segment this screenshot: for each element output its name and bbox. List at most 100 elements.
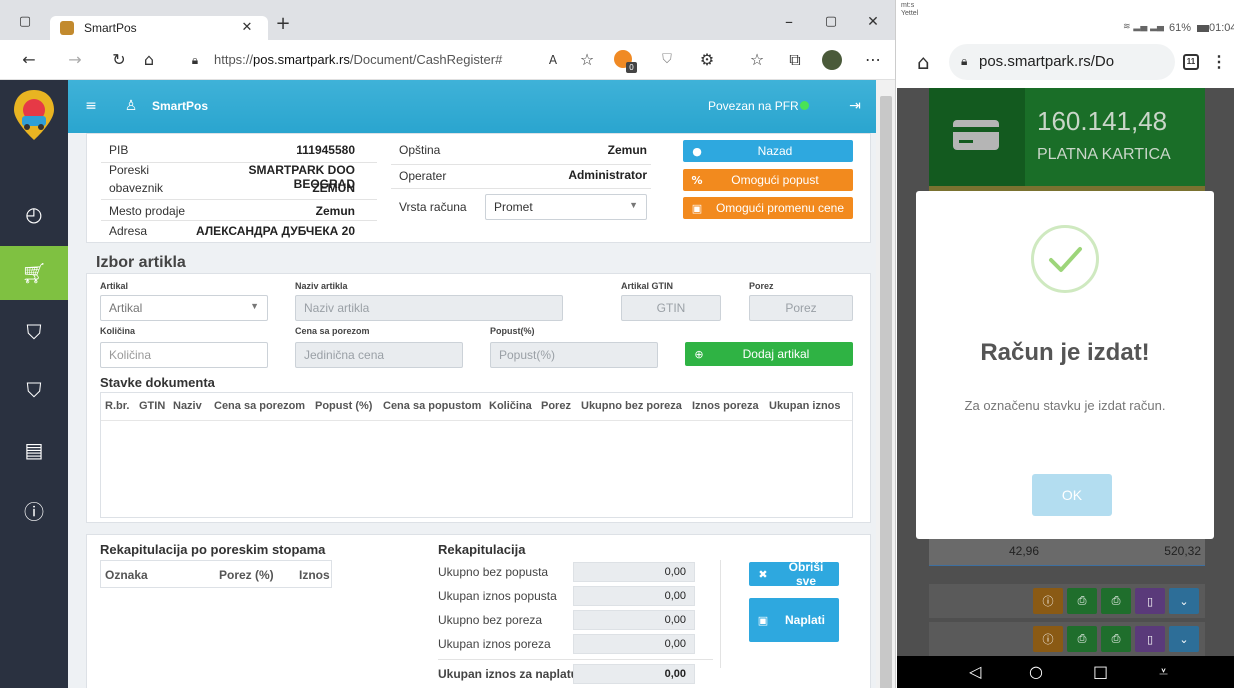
favorite-add-icon[interactable]: ☆: [576, 50, 598, 70]
kolicina-input[interactable]: Količina: [100, 342, 268, 368]
naplati-button[interactable]: ▣ Naplati: [749, 598, 839, 642]
chevron-down-icon[interactable]: ⌄: [1169, 588, 1199, 614]
phone-url-field[interactable]: 🔒︎ pos.smartpark.rs/Do: [949, 44, 1175, 80]
document-icon[interactable]: ▯: [1135, 626, 1165, 652]
izbor-artikla-card: Artikal Artikal ▼ Naziv artikla Naziv ar…: [86, 273, 871, 523]
url-text: https://pos.smartpark.rs/Document/CashRe…: [214, 52, 503, 67]
ukupno-bez-poreza-label: Ukupno bez poreza: [438, 613, 543, 627]
modal-text: Za označenu stavku je izdat račun.: [964, 398, 1166, 413]
divider: [391, 164, 651, 165]
percent-icon: %: [691, 173, 703, 187]
ukupan-iznos-popusta-value: 0,00: [573, 586, 695, 606]
nav-home-icon[interactable]: ○: [1029, 662, 1043, 681]
shield-icon[interactable]: ⛉: [656, 50, 678, 70]
reload-icon[interactable]: ↻: [108, 50, 130, 70]
browser-tab[interactable]: SmartPos ✕: [50, 16, 268, 40]
document-icon[interactable]: ▯: [1135, 588, 1165, 614]
artikal-select[interactable]: Artikal ▼: [100, 295, 268, 321]
dodaj-artikal-button[interactable]: ⊕ Dodaj artikal: [685, 342, 853, 366]
naziv-artikla-input[interactable]: Naziv artikla: [295, 295, 563, 321]
scrollbar-thumb[interactable]: [880, 96, 892, 688]
list-row: 42,96 520,32: [929, 536, 1205, 566]
info-icon[interactable]: ⓘ: [1033, 626, 1063, 652]
print-icon[interactable]: ⎙: [1067, 626, 1097, 652]
porez-input[interactable]: Porez: [749, 295, 853, 321]
print-icon-2[interactable]: ⎙: [1101, 626, 1131, 652]
lock-icon: 🔒︎: [191, 53, 199, 67]
close-window-icon[interactable]: ✕: [862, 12, 884, 32]
col-ukupan-iznos: Ukupan iznos: [769, 400, 841, 412]
phone-menu-icon[interactable]: ⋮: [1211, 52, 1227, 72]
stavke-table: R.br. GTIN Naziv Cena sa porezom Popust …: [100, 392, 853, 518]
info-icon[interactable]: ⓘ: [1033, 588, 1063, 614]
ok-button[interactable]: OK: [1032, 474, 1112, 516]
info-icon[interactable]: ⓘ: [0, 482, 68, 538]
new-tab-icon[interactable]: +: [272, 14, 294, 34]
chevron-down-icon: ▼: [250, 301, 259, 311]
window-menu-icon[interactable]: ▢: [14, 12, 36, 32]
minimize-icon[interactable]: –: [778, 12, 800, 32]
ukupno-bez-popusta-label: Ukupno bez popusta: [438, 565, 549, 579]
hamburger-icon[interactable]: ≡: [80, 96, 102, 116]
omoguci-promenu-cene-button[interactable]: ▣ Omogući promenu cene: [683, 197, 853, 219]
divider: [438, 659, 713, 660]
page-scrollbar[interactable]: [876, 80, 895, 688]
operater-value: Administrator: [568, 168, 647, 182]
tab-title: SmartPos: [84, 21, 137, 35]
money-icon: ▣: [757, 613, 769, 627]
gtin-label: Artikal GTIN: [621, 281, 674, 291]
tabs-count-icon[interactable]: 11: [1183, 54, 1199, 70]
url-field[interactable]: 🔒︎ https://pos.smartpark.rs/Document/Cas…: [180, 48, 680, 72]
logout-icon[interactable]: ⇥: [844, 96, 866, 116]
nav-back-icon[interactable]: ◁: [969, 662, 981, 681]
shield-x-icon[interactable]: ⛉: [0, 304, 68, 360]
nav-menu-icon[interactable]: ⩡: [1159, 662, 1168, 682]
dashboard-icon[interactable]: ◴: [0, 186, 68, 242]
action-row-1: ⓘ ⎙ ⎙ ▯ ⌄: [929, 584, 1205, 618]
col-gtin: GTIN: [139, 400, 166, 412]
stavke-table-header: R.br. GTIN Naziv Cena sa porezom Popust …: [101, 393, 852, 421]
extension-badge: 0: [626, 62, 637, 73]
modal-title: Račun je izdat!: [980, 339, 1150, 366]
pfr-status-dot: [800, 101, 809, 110]
print-icon-2[interactable]: ⎙: [1101, 588, 1131, 614]
mesto-value: Zemun: [315, 204, 355, 218]
more-menu-icon[interactable]: ⋯: [862, 50, 884, 70]
gtin-input[interactable]: GTIN: [621, 295, 721, 321]
maximize-icon[interactable]: ▢: [820, 12, 842, 32]
favorites-icon[interactable]: ☆: [746, 50, 768, 70]
omoguci-popust-button[interactable]: % Omogući popust: [683, 169, 853, 191]
back-icon[interactable]: ←: [18, 50, 40, 70]
divider: [391, 188, 651, 189]
cart-icon[interactable]: 🛒︎: [0, 246, 68, 300]
ukupno-bez-popusta-value: 0,00: [573, 562, 695, 582]
obveznik-label: obaveznik: [109, 181, 164, 195]
forward-icon[interactable]: →: [64, 50, 86, 70]
phone-url-text: pos.smartpark.rs/Do: [979, 53, 1115, 70]
carrier-line-1: mt:s: [901, 2, 915, 9]
naziv-artikla-label: Naziv artikla: [295, 281, 348, 291]
print-icon[interactable]: ⎙: [1067, 588, 1097, 614]
nav-recents-icon[interactable]: □: [1093, 662, 1108, 681]
shield-x-icon-2[interactable]: ⛉: [0, 362, 68, 418]
phone-status-bar: mt:s Yettel ≋ ▂▄ ▂▄ 61% 01:04: [897, 0, 1234, 40]
close-tab-icon[interactable]: ✕: [236, 18, 258, 38]
col-porez-procenat: Porez (%): [219, 568, 274, 582]
phone-home-icon[interactable]: ⌂: [917, 50, 930, 74]
nazad-button[interactable]: ● Nazad: [683, 140, 853, 162]
vrsta-racuna-select[interactable]: Promet ▼: [485, 194, 647, 220]
extensions-icon[interactable]: ⚙: [696, 50, 718, 70]
cena-input[interactable]: Jedinična cena: [295, 342, 463, 368]
collections-icon[interactable]: ⧉: [784, 50, 806, 70]
obrisi-sve-button[interactable]: ✖ Obriši sve: [749, 560, 839, 588]
success-modal: Račun je izdat! Za označenu stavku je iz…: [916, 191, 1214, 539]
close-icon: ✖: [758, 567, 768, 581]
book-icon[interactable]: ▤: [0, 422, 68, 478]
chevron-down-icon: ▼: [629, 200, 638, 210]
profile-avatar[interactable]: [822, 50, 842, 70]
chevron-down-icon[interactable]: ⌄: [1169, 626, 1199, 652]
popust-input[interactable]: Popust(%): [490, 342, 658, 368]
read-aloud-icon[interactable]: A: [542, 50, 564, 70]
home-icon[interactable]: ⌂: [138, 50, 160, 70]
card-amount: 160.141,48: [1037, 106, 1168, 136]
